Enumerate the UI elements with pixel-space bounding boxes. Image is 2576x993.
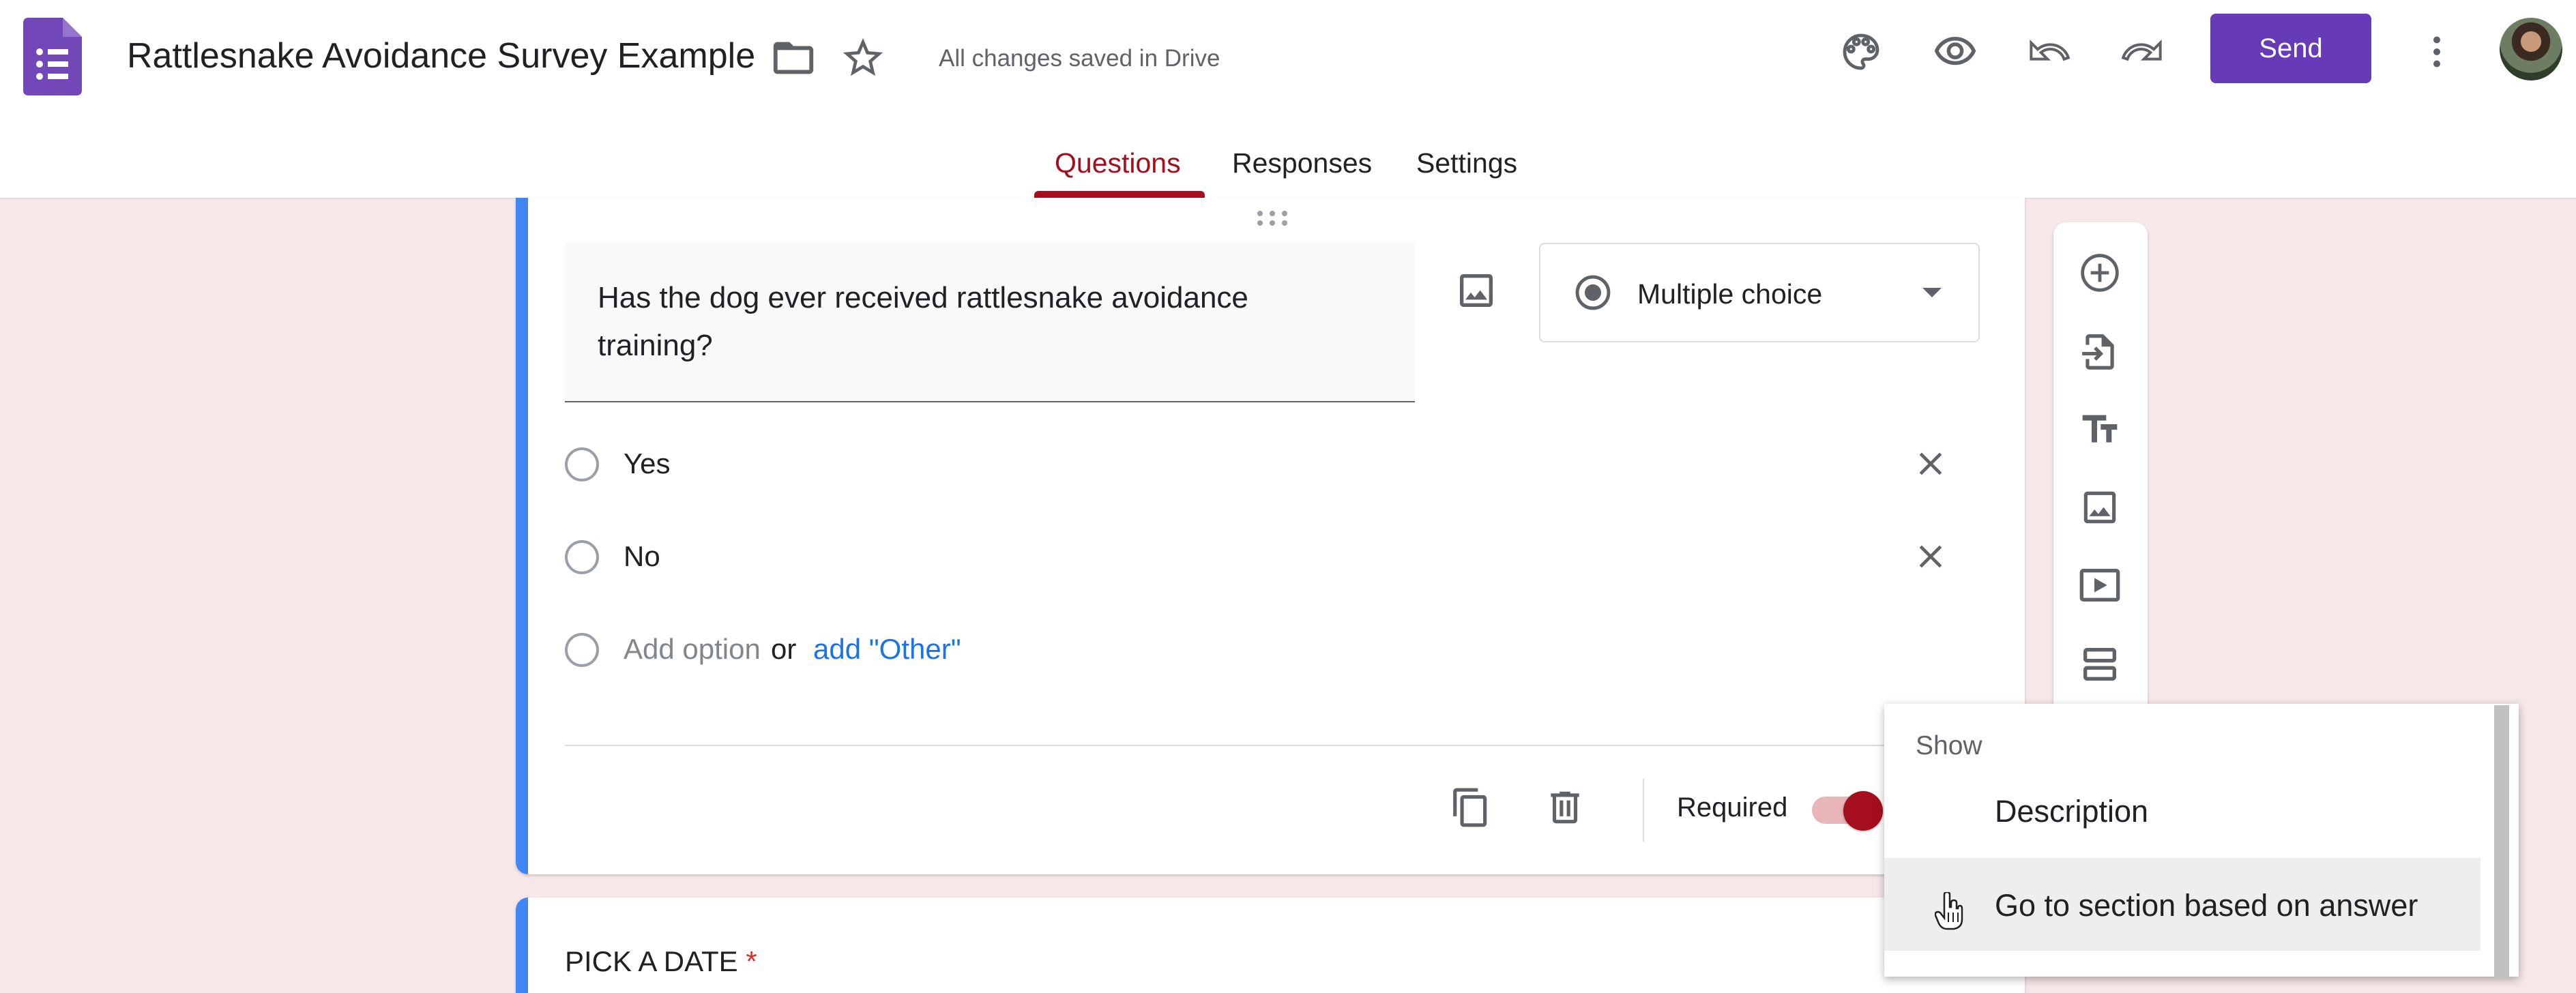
radio-button-checked-icon xyxy=(1573,273,1613,312)
save-status: All changes saved in Drive xyxy=(939,45,1220,72)
add-option-input[interactable]: Add option xyxy=(624,633,761,666)
menu-item-label: Go to section based on answer xyxy=(1995,888,2418,923)
dropdown-arrow-icon xyxy=(1918,282,1946,303)
send-button[interactable]: Send xyxy=(2210,14,2371,83)
add-video-icon[interactable] xyxy=(2073,558,2127,612)
forms-app-icon[interactable] xyxy=(23,18,82,95)
option-radio xyxy=(565,447,599,481)
card-footer-divider xyxy=(565,745,1977,746)
menu-item-description[interactable]: Description xyxy=(1884,765,2480,858)
active-tab-indicator xyxy=(1034,191,1205,198)
avatar[interactable] xyxy=(2500,18,2562,80)
or-text: or xyxy=(771,633,797,665)
question-title-input[interactable]: Has the dog ever received rattlesnake av… xyxy=(565,243,1415,402)
undo-icon[interactable] xyxy=(2021,23,2078,80)
remove-option-icon[interactable] xyxy=(1905,438,1957,490)
palette-icon[interactable] xyxy=(1832,23,1890,80)
add-section-icon[interactable] xyxy=(2073,637,2127,692)
required-label: Required xyxy=(1677,792,1788,822)
tab-settings[interactable]: Settings xyxy=(1416,147,1517,179)
duplicate-icon[interactable] xyxy=(1444,780,1498,835)
form-title[interactable]: Rattlesnake Avoidance Survey Example xyxy=(127,35,755,76)
menu-section-header: Show xyxy=(1916,731,1982,760)
hand-pointer-cursor-icon xyxy=(1934,891,1965,930)
option-label[interactable]: No xyxy=(624,540,660,573)
add-question-icon[interactable] xyxy=(2073,246,2127,300)
question-title: PICK A DATE * xyxy=(565,945,757,978)
more-vert-icon[interactable] xyxy=(2408,23,2465,80)
preview-eye-icon[interactable] xyxy=(1927,23,1984,80)
folder-icon[interactable] xyxy=(770,34,817,82)
delete-icon[interactable] xyxy=(1538,780,1592,835)
footer-separator xyxy=(1643,779,1644,842)
option-label[interactable]: Yes xyxy=(624,447,671,480)
remove-option-icon[interactable] xyxy=(1905,531,1957,582)
question-title-text: PICK A DATE xyxy=(565,945,738,977)
question-type-dropdown[interactable]: Multiple choice xyxy=(1539,243,1980,342)
card-indicator xyxy=(516,898,528,993)
active-card-indicator xyxy=(516,198,528,874)
menu-item-go-to-section[interactable]: Go to section based on answer xyxy=(1884,858,2480,951)
star-icon[interactable] xyxy=(839,34,887,82)
required-asterisk: * xyxy=(746,945,757,977)
redo-icon[interactable] xyxy=(2113,23,2171,80)
option-radio xyxy=(565,633,599,667)
question-text: Has the dog ever received rattlesnake av… xyxy=(598,281,1248,362)
tab-responses[interactable]: Responses xyxy=(1232,147,1372,179)
tab-bar: Questions Responses Settings xyxy=(0,123,2576,198)
required-toggle-thumb[interactable] xyxy=(1843,791,1883,831)
option-radio xyxy=(565,540,599,574)
add-image-icon[interactable] xyxy=(2073,480,2127,535)
add-image-icon[interactable] xyxy=(1449,263,1504,318)
top-app-bar: Rattlesnake Avoidance Survey Example All… xyxy=(0,0,2576,199)
drag-handle-icon[interactable] xyxy=(1255,209,1289,228)
menu-scrollbar[interactable] xyxy=(2494,705,2509,978)
import-questions-icon[interactable] xyxy=(2073,325,2127,379)
menu-item-label: Description xyxy=(1995,794,2149,829)
question-type-label: Multiple choice xyxy=(1637,278,1823,310)
add-other-link[interactable]: add "Other" xyxy=(813,633,961,666)
add-title-icon[interactable] xyxy=(2073,402,2127,457)
tab-questions[interactable]: Questions xyxy=(1055,147,1181,179)
